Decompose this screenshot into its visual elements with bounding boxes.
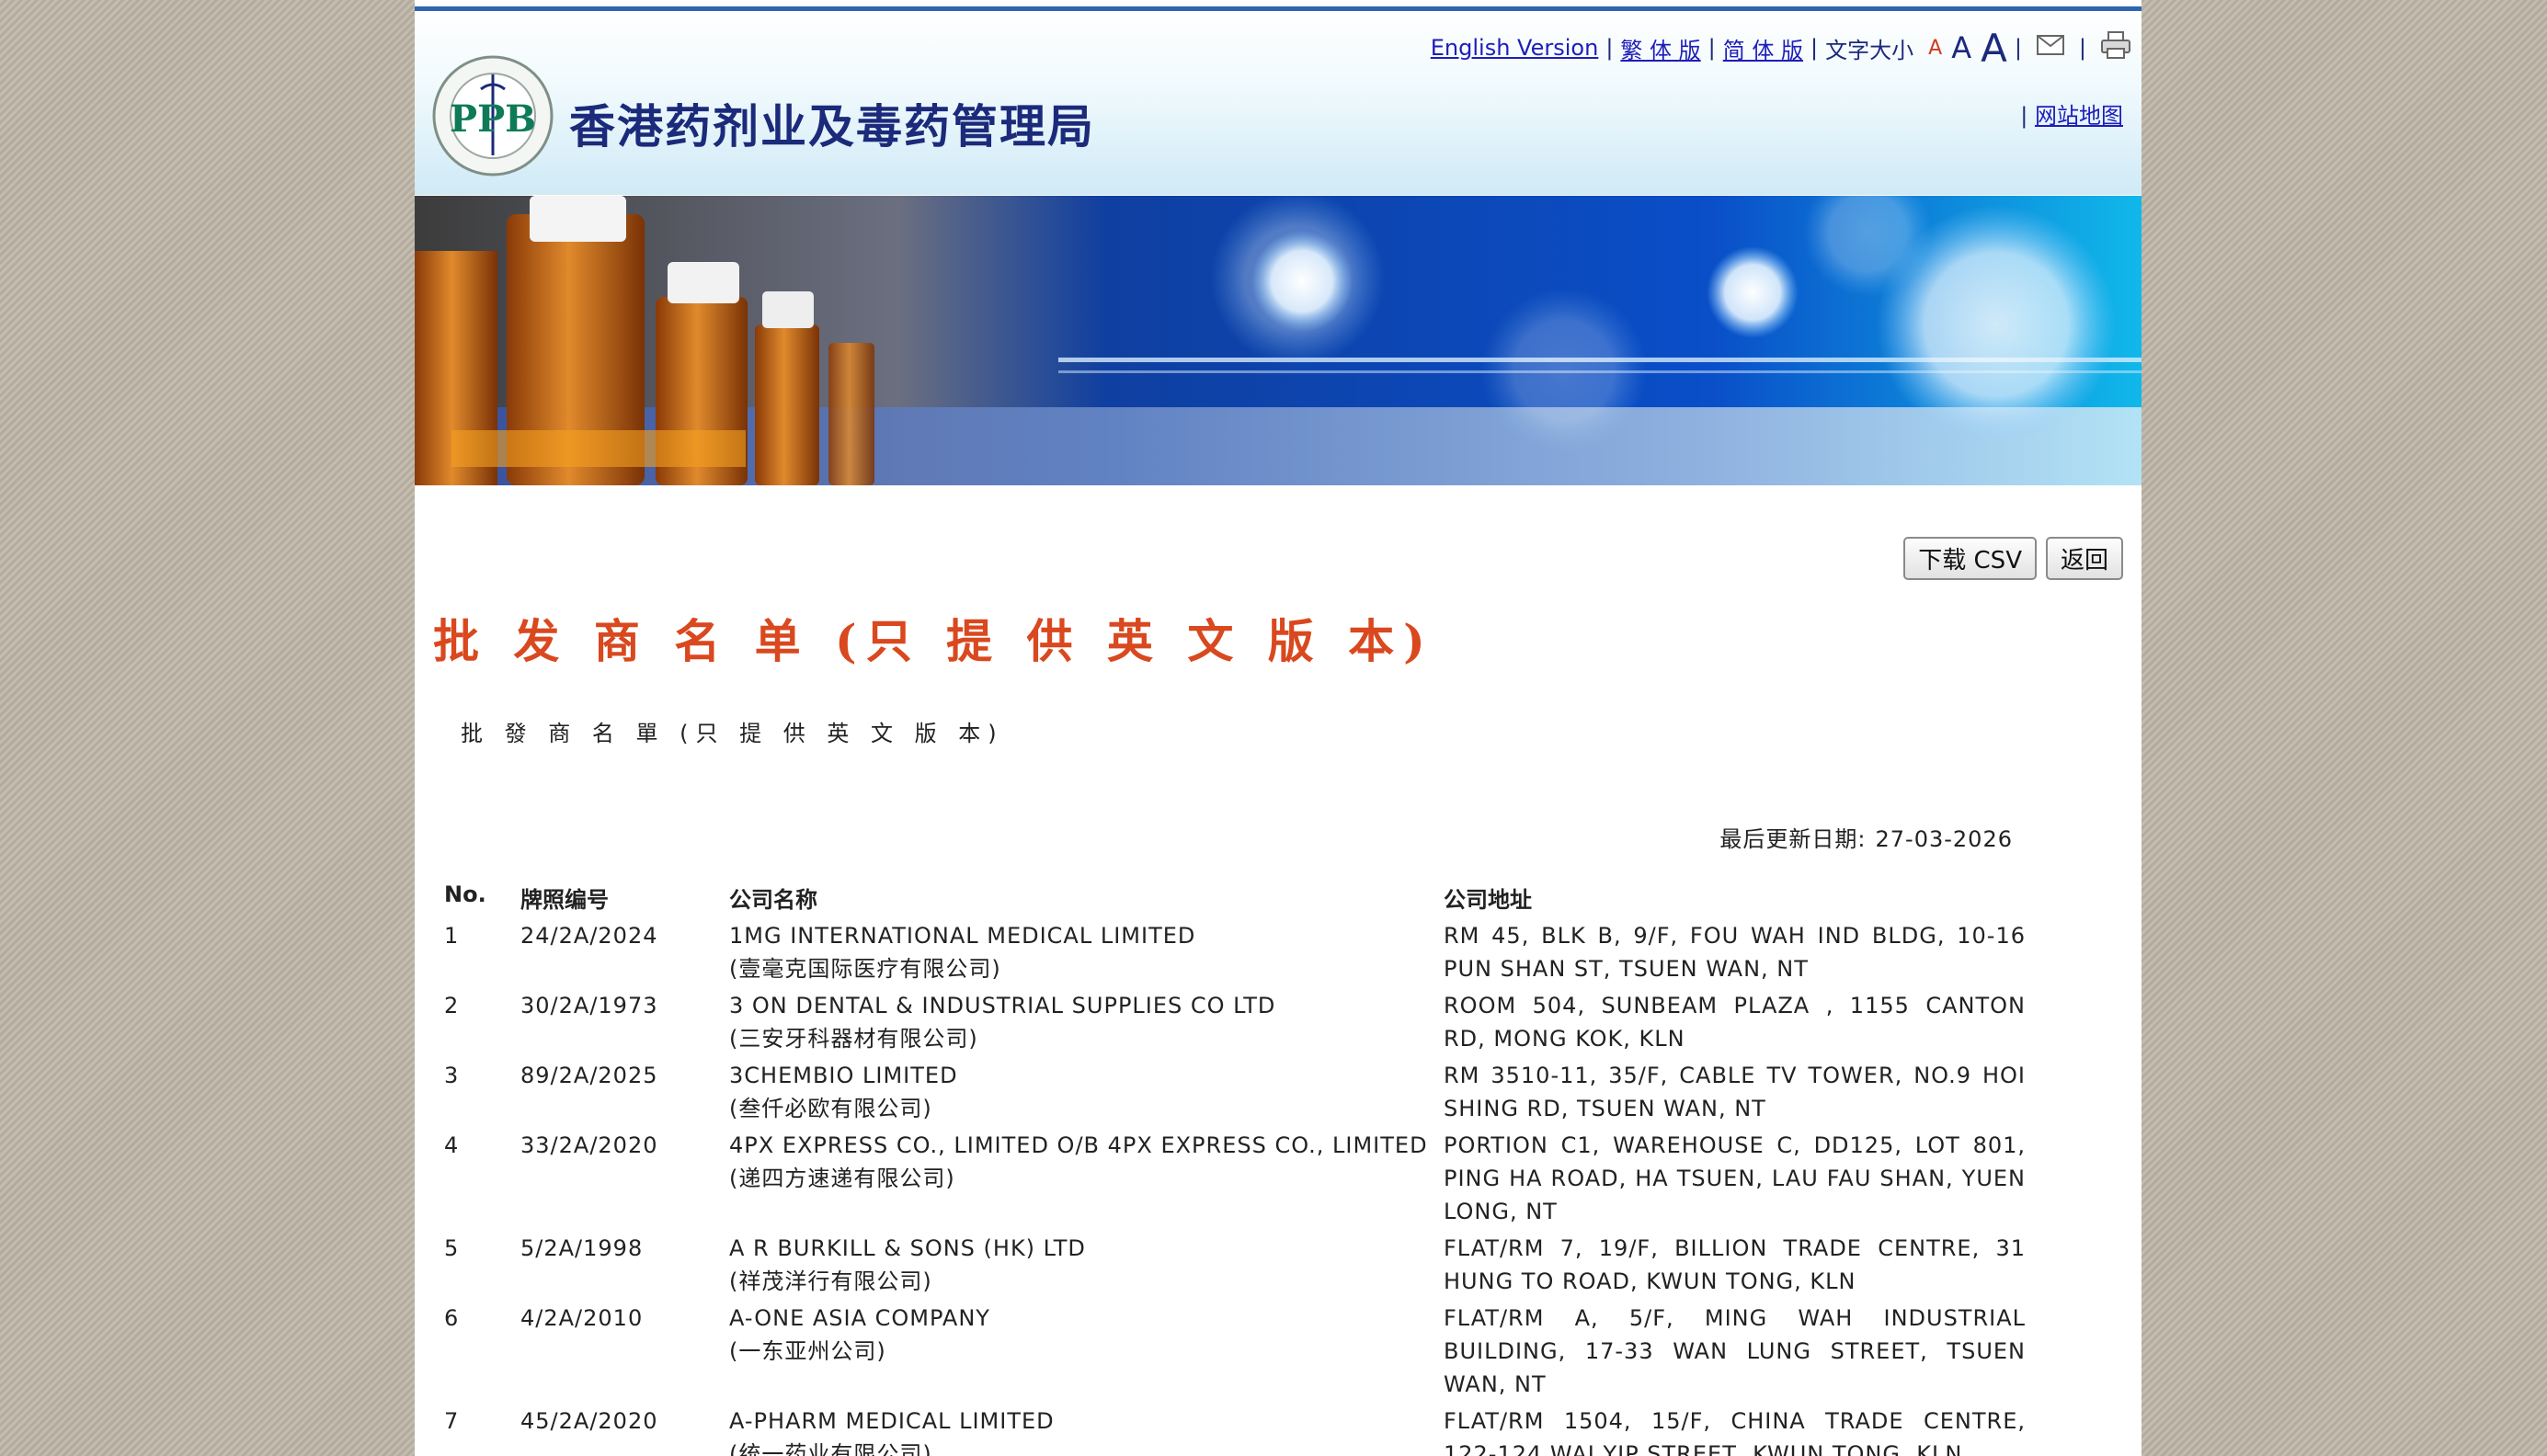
table-body: 1 24/2A/2024 1MG INTERNATIONAL MEDICAL LIM… <box>444 919 2026 1456</box>
license-number: 24/2A/2024 <box>520 923 658 949</box>
table-row: 6 4/2A/2010 A-ONE ASIA COMPANY (一东亚州公司) FLAT… <box>444 1302 2026 1405</box>
download-csv-button[interactable]: 下载 CSV <box>1903 537 2037 580</box>
page-subtitle: 批 發 商 名 單 (只 提 供 英 文 版 本) <box>461 721 1004 746</box>
license-number: 4/2A/2010 <box>520 1305 644 1331</box>
company-name-cell: 3CHEMBIO LIMITED (叁仟必欧有限公司) <box>729 1059 1444 1129</box>
envelope-icon[interactable] <box>2036 35 2064 61</box>
last-updated-label: 最后更新日期: <box>1719 826 1867 852</box>
font-size-large-button[interactable]: A <box>1981 26 2007 71</box>
separator: | <box>1810 35 1819 61</box>
company-name: 4PX EXPRESS CO., LIMITED O/B 4PX EXPRESS… <box>729 1132 1428 1158</box>
company-name: 1MG INTERNATIONAL MEDICAL LIMITED <box>729 923 1196 949</box>
last-updated: 最后更新日期: 27-03-2026 <box>1719 821 2013 853</box>
english-version-link[interactable]: English Version <box>1431 35 1599 61</box>
company-name-cell: 1MG INTERNATIONAL MEDICAL LIMITED (壹毫克国际医… <box>729 919 1444 989</box>
font-size-small-button[interactable]: A <box>1928 37 1942 60</box>
company-name-chinese: (三安牙科器材有限公司) <box>729 1026 978 1052</box>
company-address: FLAT/RM 7, 19/F, BILLION TRADE CENTRE, 3… <box>1444 1235 2026 1294</box>
row-number: 4 <box>444 1132 460 1158</box>
sitemap-link[interactable]: 网站地图 <box>2035 103 2123 129</box>
company-name: 3CHEMBIO LIMITED <box>729 1063 958 1088</box>
company-name-cell: A R BURKILL & SONS (HK) LTD (祥茂洋行有限公司) <box>729 1232 1444 1302</box>
table-row: 3 89/2A/2025 3CHEMBIO LIMITED (叁仟必欧有限公司) RM … <box>444 1059 2026 1129</box>
page: PPB 香港药剂业及毒药管理局 English Version | 繁 体 版 … <box>415 0 2142 1456</box>
company-address: FLAT/RM 1504, 15/F, CHINA TRADE CENTRE, … <box>1444 1408 2026 1456</box>
column-header-license: 牌照编号 <box>520 887 609 913</box>
license-number: 5/2A/1998 <box>520 1235 644 1261</box>
header-banner <box>415 196 2142 485</box>
license-number: 30/2A/1973 <box>520 993 658 1018</box>
company-address: RM 45, BLK B, 9/F, FOU WAH IND BLDG, 10-… <box>1444 923 2026 982</box>
company-name-chinese: (叁仟必欧有限公司) <box>729 1096 932 1121</box>
last-updated-value: 27-03-2026 <box>1875 826 2013 852</box>
sitemap-area: | 网站地图 <box>2020 97 2123 130</box>
company-name-chinese: (一东亚州公司) <box>729 1338 886 1364</box>
license-number: 89/2A/2025 <box>520 1063 658 1088</box>
table-row: 5 5/2A/1998 A R BURKILL & SONS (HK) LTD (祥茂… <box>444 1232 2026 1302</box>
company-address: PORTION C1, WAREHOUSE C, DD125, LOT 801,… <box>1444 1132 2026 1224</box>
separator: | <box>2020 103 2035 129</box>
company-address: FLAT/RM A, 5/F, MING WAH INDUSTRIAL BUIL… <box>1444 1305 2026 1397</box>
separator: | <box>2078 35 2086 61</box>
company-name-cell: 3 ON DENTAL & INDUSTRIAL SUPPLIES CO LTD… <box>729 989 1444 1059</box>
logo-letters: PPB <box>450 97 536 141</box>
ppb-logo[interactable]: PPB <box>431 54 554 177</box>
site-header: PPB 香港药剂业及毒药管理局 English Version | 繁 体 版 … <box>415 11 2142 195</box>
row-number: 3 <box>444 1063 460 1088</box>
row-number: 5 <box>444 1235 460 1261</box>
company-address: RM 3510-11, 35/F, CABLE TV TOWER, NO.9 H… <box>1444 1063 2026 1121</box>
font-size-label: 文字大小 <box>1825 37 1914 63</box>
separator: | <box>2014 35 2022 61</box>
row-number: 7 <box>444 1408 460 1434</box>
company-address: ROOM 504, SUNBEAM PLAZA , 1155 CANTON RD… <box>1444 993 2026 1052</box>
wholesaler-table: No. 牌照编号 公司名称 公司地址 1 24/2A/2024 1MG INTERN… <box>444 878 2026 1456</box>
column-header-no: No. <box>444 882 486 907</box>
company-name-cell: 4PX EXPRESS CO., LIMITED O/B 4PX EXPRESS… <box>729 1129 1444 1232</box>
company-name-chinese: (统一药业有限公司) <box>729 1441 932 1456</box>
separator: | <box>1605 35 1614 61</box>
top-links: English Version | 繁 体 版 | 简 体 版 | 文字大小 A… <box>1431 20 2138 75</box>
company-name-cell: A-ONE ASIA COMPANY (一东亚州公司) <box>729 1302 1444 1405</box>
company-name: A-PHARM MEDICAL LIMITED <box>729 1408 1055 1434</box>
table-header-row: No. 牌照编号 公司名称 公司地址 <box>444 878 2026 919</box>
site-title: 香港药剂业及毒药管理局 <box>569 100 1095 154</box>
row-number: 1 <box>444 923 460 949</box>
table-row: 2 30/2A/1973 3 ON DENTAL & INDUSTRIAL SUPP… <box>444 989 2026 1059</box>
table-row: 1 24/2A/2024 1MG INTERNATIONAL MEDICAL LIM… <box>444 919 2026 989</box>
company-name: A-ONE ASIA COMPANY <box>729 1305 990 1331</box>
table-row: 7 45/2A/2020 A-PHARM MEDICAL LIMITED (统一药业有… <box>444 1405 2026 1456</box>
page-title: 批 发 商 名 单 (只 提 供 英 文 版 本) <box>433 614 1434 668</box>
font-size-medium-button[interactable]: A <box>1951 30 1971 65</box>
license-number: 33/2A/2020 <box>520 1132 658 1158</box>
company-name-cell: A-PHARM MEDICAL LIMITED (统一药业有限公司) <box>729 1405 1444 1456</box>
table-row: 4 33/2A/2020 4PX EXPRESS CO., LIMITED O/B … <box>444 1129 2026 1232</box>
simplified-chinese-link[interactable]: 简 体 版 <box>1723 32 1803 64</box>
column-header-company-address: 公司地址 <box>1444 887 1532 913</box>
company-name-chinese: (祥茂洋行有限公司) <box>729 1268 932 1294</box>
column-header-company-name: 公司名称 <box>729 887 817 913</box>
separator: | <box>1708 35 1716 61</box>
row-number: 2 <box>444 993 460 1018</box>
company-name: 3 ON DENTAL & INDUSTRIAL SUPPLIES CO LTD <box>729 993 1276 1018</box>
action-buttons: 下载 CSV 返回 <box>1903 537 2123 580</box>
printer-icon[interactable] <box>2101 31 2130 64</box>
license-number: 45/2A/2020 <box>520 1408 658 1434</box>
back-button[interactable]: 返回 <box>2045 537 2123 580</box>
company-name: A R BURKILL & SONS (HK) LTD <box>729 1235 1086 1261</box>
company-name-chinese: (壹毫克国际医疗有限公司) <box>729 956 1001 982</box>
row-number: 6 <box>444 1305 460 1331</box>
company-name-chinese: (递四方速递有限公司) <box>729 1166 955 1191</box>
traditional-chinese-link[interactable]: 繁 体 版 <box>1620 32 1700 64</box>
